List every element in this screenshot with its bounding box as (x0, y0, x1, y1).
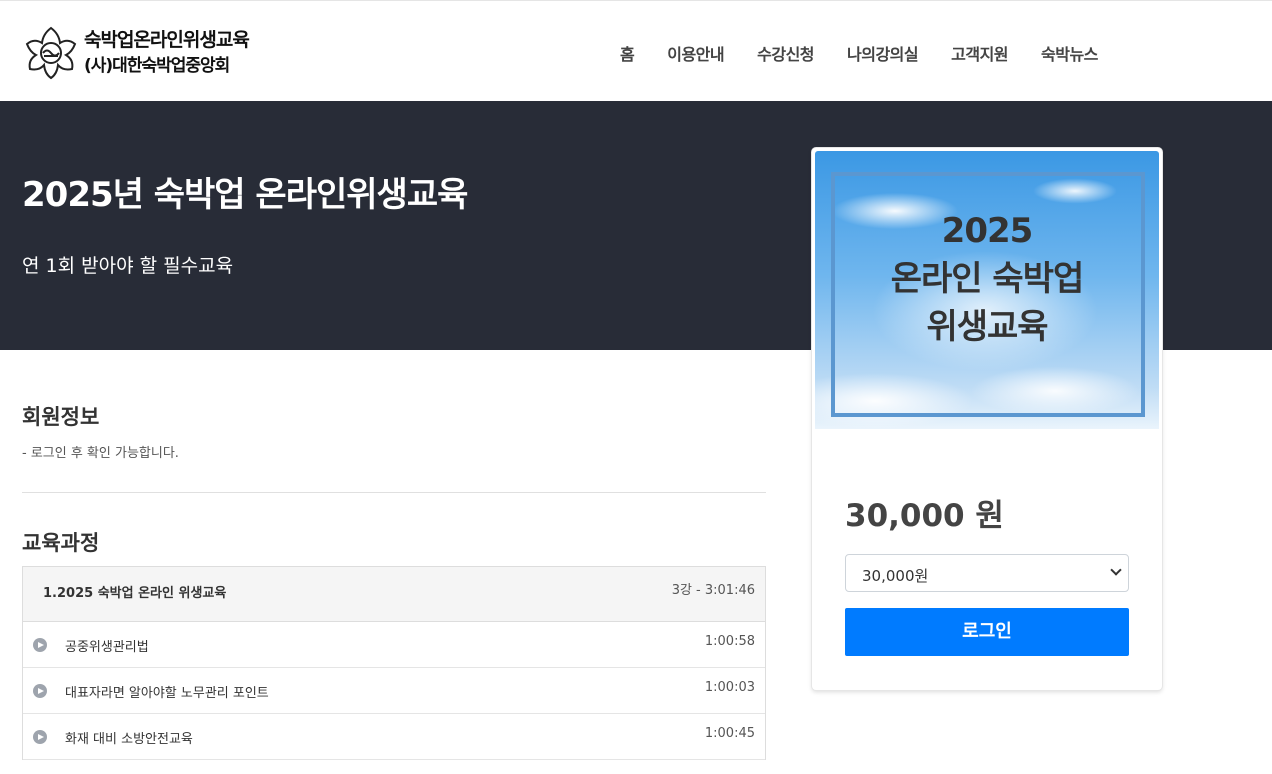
nav-home[interactable]: 홈 (620, 41, 635, 65)
main-nav: 홈 이용안내 수강신청 나의강의실 고객지원 숙박뉴스 (620, 41, 1131, 65)
lesson-duration: 1:00:03 (704, 680, 755, 695)
page-subtitle: 연 1회 받아야 할 필수교육 (22, 255, 234, 277)
course-list: 1.2025 숙박업 온라인 위생교육 3강 - 3:01:46 공중위생관리법… (22, 566, 766, 760)
lesson-title: 화재 대비 소방안전교육 (65, 732, 193, 747)
nav-my-classroom[interactable]: 나의강의실 (847, 41, 919, 65)
thumbnail-line-2: 온라인 숙박업 (890, 259, 1085, 299)
chevron-down-icon (1110, 564, 1122, 576)
play-icon (33, 638, 47, 652)
nav-guide[interactable]: 이용안내 (667, 41, 724, 65)
lesson-item[interactable]: 공중위생관리법 1:00:58 (23, 622, 765, 668)
nav-enroll[interactable]: 수강신청 (757, 41, 814, 65)
lesson-item[interactable]: 대표자라면 알아야할 노무관리 포인트 1:00:03 (23, 668, 765, 714)
course-section-title: 교육과정 (22, 531, 100, 555)
nav-support[interactable]: 고객지원 (951, 41, 1008, 65)
lesson-title: 공중위생관리법 (65, 640, 149, 655)
course-price: 30,000 원 (845, 498, 1004, 534)
login-button[interactable]: 로그인 (845, 608, 1129, 656)
price-option-value: 30,000원 (862, 567, 929, 585)
site-logo[interactable]: 숙박업온라인위생교육 (사)대한숙박업중앙회 (22, 24, 250, 82)
play-icon (33, 684, 47, 698)
thumbnail-line-3: 위생교육 (926, 307, 1048, 347)
page-title: 2025년 숙박업 온라인위생교육 (22, 175, 468, 215)
course-group-header[interactable]: 1.2025 숙박업 온라인 위생교육 3강 - 3:01:46 (23, 567, 765, 622)
member-info-title: 회원정보 (22, 405, 100, 429)
play-icon (33, 730, 47, 744)
logo-subtitle: (사)대한숙박업중앙회 (84, 56, 230, 76)
emblem-icon (25, 26, 77, 80)
lesson-item[interactable]: 화재 대비 소방안전교육 1:00:45 (23, 714, 765, 760)
site-header: 숙박업온라인위생교육 (사)대한숙박업중앙회 홈 이용안내 수강신청 나의강의실… (0, 0, 1272, 101)
course-group-meta: 3강 - 3:01:46 (671, 583, 755, 598)
thumbnail-line-1: 2025 (941, 211, 1034, 251)
nav-news[interactable]: 숙박뉴스 (1041, 41, 1098, 65)
member-info-note: - 로그인 후 확인 가능합니다. (22, 446, 179, 461)
enroll-card: 2025 온라인 숙박업 위생교육 30,000 원 30,000원 로그인 (812, 148, 1162, 690)
course-group-title: 1.2025 숙박업 온라인 위생교육 (43, 586, 227, 601)
lesson-title: 대표자라면 알아야할 노무관리 포인트 (65, 686, 269, 701)
thumbnail-text: 2025 온라인 숙박업 위생교육 (815, 207, 1159, 351)
course-thumbnail: 2025 온라인 숙박업 위생교육 (815, 151, 1159, 429)
lesson-duration: 1:00:58 (704, 634, 755, 649)
lesson-duration: 1:00:45 (704, 726, 755, 741)
logo-title: 숙박업온라인위생교육 (84, 29, 250, 51)
section-divider (22, 492, 766, 493)
price-option-select[interactable]: 30,000원 (845, 554, 1129, 592)
